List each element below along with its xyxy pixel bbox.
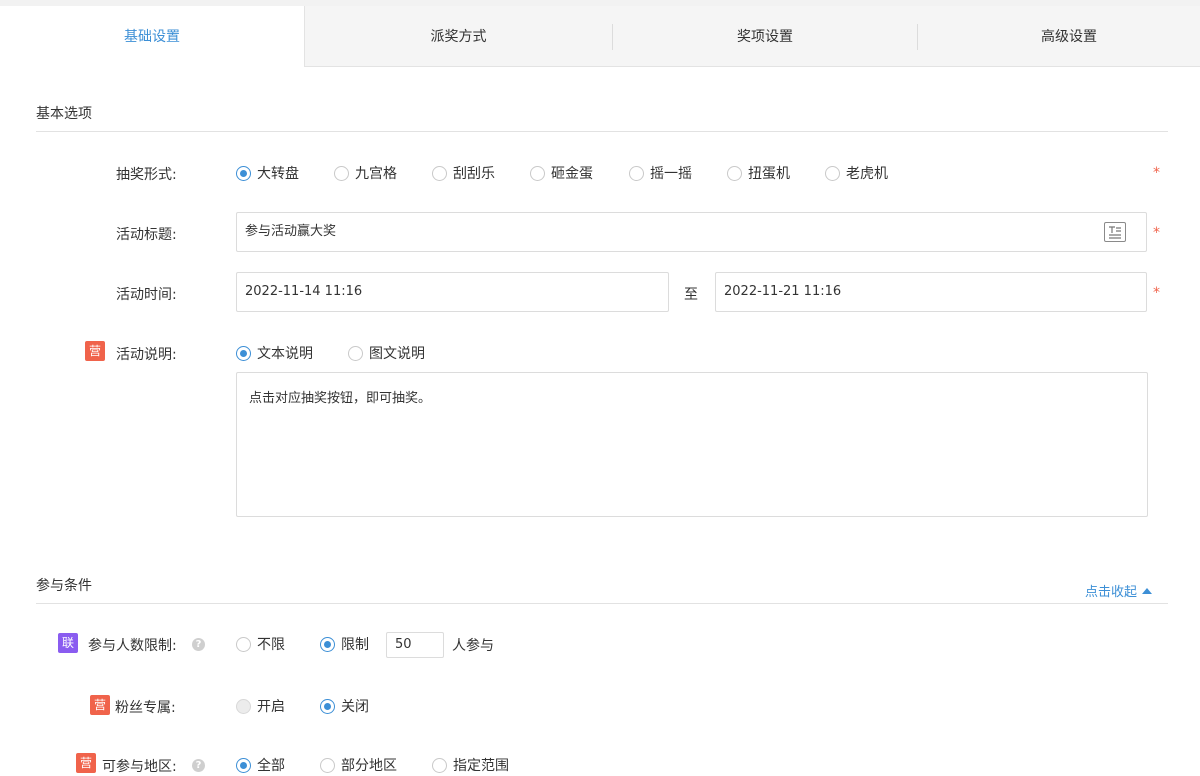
tab-bar: 基础设置 派奖方式 奖项设置 高级设置 [0,6,1200,67]
required-mark: * [1153,165,1160,181]
section-divider [36,603,1168,604]
union-badge: 联 [58,633,78,653]
radio-limit-unlimited[interactable]: 不限 [236,634,285,654]
radio-lottery-gashapon[interactable]: 扭蛋机 [727,163,790,183]
section-title-conditions: 参与条件 [36,578,92,594]
lottery-form-label: 抽奖形式: [116,167,177,183]
radio-limit-limited[interactable]: 限制 [320,634,369,654]
radio-lottery-wheel[interactable]: 大转盘 [236,163,299,183]
caret-up-icon [1142,588,1153,594]
end-time-input[interactable]: 2022-11-21 11:16 [715,272,1147,312]
radio-dot [320,757,335,773]
fans-only-label: 粉丝专属: [115,700,176,716]
section-divider [36,131,1168,132]
marketing-badge: 营 [90,695,110,715]
help-icon[interactable]: ? [192,638,205,651]
radio-dot [825,165,840,181]
marketing-badge: 营 [76,753,96,773]
section-title-basic: 基本选项 [36,106,92,122]
activity-title-label: 活动标题: [116,227,177,243]
participant-limit-label: 参与人数限制: [88,638,177,654]
tab-basic-settings[interactable]: 基础设置 [0,6,305,67]
radio-dot [530,165,545,181]
radio-dot [236,165,251,181]
radio-region-partial[interactable]: 部分地区 [320,755,397,775]
activity-desc-textarea[interactable]: 点击对应抽奖按钮，即可抽奖。 [236,372,1148,517]
radio-desc-text[interactable]: 文本说明 [236,343,313,363]
required-mark: * [1153,225,1160,241]
radio-dot [236,636,251,652]
marketing-badge: 营 [85,341,105,361]
radio-dot [320,698,335,714]
radio-desc-image-text[interactable]: 图文说明 [348,343,425,363]
radio-lottery-grid[interactable]: 九宫格 [334,163,397,183]
activity-desc-label: 活动说明: [116,347,177,363]
radio-fans-off[interactable]: 关闭 [320,696,369,716]
participant-suffix: 人参与 [452,638,494,654]
radio-dot [432,757,447,773]
tab-award-method[interactable]: 派奖方式 [305,6,612,66]
required-mark: * [1153,285,1160,301]
region-label: 可参与地区: [102,759,177,775]
collapse-label: 点击收起 [1085,585,1138,600]
radio-fans-on[interactable]: 开启 [236,696,285,716]
radio-dot [236,345,251,361]
activity-title-input[interactable]: 参与活动赢大奖 [236,212,1147,252]
tab-advanced-settings[interactable]: 高级设置 [918,6,1200,66]
time-separator: 至 [684,287,698,303]
radio-region-all[interactable]: 全部 [236,755,285,775]
radio-dot [432,165,447,181]
participant-limit-input[interactable]: 50 [386,632,444,658]
collapse-toggle[interactable]: 点击收起 [1085,581,1153,600]
start-time-input[interactable]: 2022-11-14 11:16 [236,272,669,312]
radio-dot [236,757,251,773]
radio-lottery-egg[interactable]: 砸金蛋 [530,163,593,183]
radio-region-range[interactable]: 指定范围 [432,755,509,775]
activity-time-label: 活动时间: [116,287,177,303]
radio-dot [334,165,349,181]
text-format-icon[interactable] [1104,222,1126,242]
radio-dot [348,345,363,361]
radio-lottery-shake[interactable]: 摇一摇 [629,163,692,183]
radio-lottery-slot[interactable]: 老虎机 [825,163,888,183]
radio-dot [320,636,335,652]
tab-prize-settings[interactable]: 奖项设置 [613,6,917,66]
help-icon[interactable]: ? [192,759,205,772]
radio-lottery-scratch[interactable]: 刮刮乐 [432,163,495,183]
radio-dot [727,165,742,181]
radio-dot [629,165,644,181]
radio-dot [236,698,251,714]
